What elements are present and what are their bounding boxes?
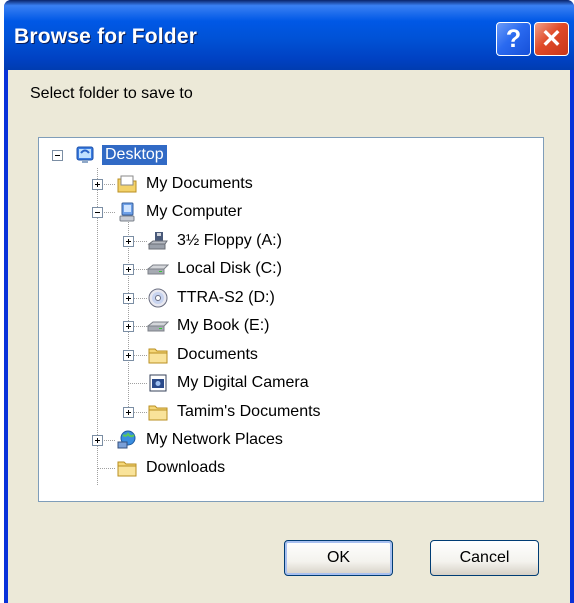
folder-icon — [117, 461, 137, 477]
cancel-button[interactable]: Cancel — [430, 540, 539, 576]
expand-toggle-local-disk[interactable] — [123, 264, 134, 275]
tree-item-label: My Computer — [146, 203, 243, 220]
close-button[interactable]: ✕ — [534, 22, 569, 56]
title-bar[interactable]: Browse for Folder ? ✕ — [4, 0, 574, 70]
tree-item-label: Tamim's Documents — [177, 403, 321, 420]
help-button[interactable]: ? — [496, 22, 531, 56]
window-border-right — [570, 70, 574, 603]
folder-icon — [148, 348, 168, 364]
dialog-prompt: Select folder to save to — [30, 85, 193, 102]
tree-item-label: My Network Places — [146, 431, 283, 448]
ok-button[interactable]: OK — [284, 540, 393, 576]
help-icon: ? — [505, 24, 522, 53]
expand-toggle-documents[interactable] — [123, 350, 134, 361]
tree-line — [128, 222, 129, 413]
tree-item-local-disk[interactable]: Local Disk (C:) — [147, 256, 285, 282]
tree-item-label: Downloads — [146, 459, 226, 476]
expand-toggle-tamims-documents[interactable] — [123, 407, 134, 418]
collapse-toggle-desktop[interactable] — [52, 150, 63, 161]
tree-item-label: My Digital Camera — [177, 374, 309, 391]
folder-tree[interactable]: Desktop My Documents My Computer 3½ Flop… — [38, 137, 544, 502]
tree-item-label: Desktop — [102, 145, 167, 165]
tree-line — [128, 383, 147, 384]
tree-item-downloads[interactable]: Downloads — [116, 455, 228, 481]
tree-item-label: TTRA-S2 (D:) — [177, 289, 275, 306]
expand-toggle-my-book[interactable] — [123, 321, 134, 332]
folder-icon — [148, 405, 168, 421]
expand-toggle-network-places[interactable] — [92, 435, 103, 446]
tree-item-my-book[interactable]: My Book (E:) — [147, 313, 272, 339]
expand-toggle-my-documents[interactable] — [92, 179, 103, 190]
my-computer-icon — [119, 202, 135, 222]
tree-item-my-computer[interactable]: My Computer — [116, 199, 245, 225]
floppy-drive-icon — [147, 232, 168, 250]
tree-item-my-network-places[interactable]: My Network Places — [116, 427, 286, 453]
tree-item-label: My Documents — [146, 175, 253, 192]
tree-item-label: My Book (E:) — [177, 317, 270, 334]
dialog-body: Select folder to save to Desktop My Docu… — [8, 70, 570, 603]
tree-item-tamims-documents[interactable]: Tamim's Documents — [147, 399, 324, 425]
tree-item-label: 3½ Floppy (A:) — [177, 232, 282, 249]
camera-icon — [149, 374, 167, 392]
tree-item-cd-drive[interactable]: TTRA-S2 (D:) — [147, 285, 278, 311]
tree-item-desktop[interactable]: Desktop — [75, 142, 167, 168]
tree-item-documents[interactable]: Documents — [147, 342, 261, 368]
tree-item-my-documents[interactable]: My Documents — [116, 171, 256, 197]
close-icon: ✕ — [541, 25, 562, 53]
tree-item-my-digital-camera[interactable]: My Digital Camera — [147, 370, 312, 396]
tree-item-label: Local Disk (C:) — [177, 260, 282, 277]
expand-toggle-floppy[interactable] — [123, 236, 134, 247]
hard-disk-icon — [147, 321, 169, 332]
desktop-icon — [76, 146, 94, 163]
my-documents-icon — [117, 175, 137, 193]
window-title: Browse for Folder — [14, 25, 198, 48]
hard-disk-icon — [147, 264, 169, 275]
tree-item-label: Documents — [177, 346, 258, 363]
cd-drive-icon — [148, 288, 168, 308]
tree-item-floppy[interactable]: 3½ Floppy (A:) — [147, 228, 285, 254]
browse-for-folder-window: Browse for Folder ? ✕ Select folder to s… — [4, 0, 574, 603]
network-places-icon — [117, 430, 136, 449]
expand-toggle-cd-drive[interactable] — [123, 293, 134, 304]
tree-line — [97, 468, 115, 469]
collapse-toggle-my-computer[interactable] — [92, 207, 103, 218]
